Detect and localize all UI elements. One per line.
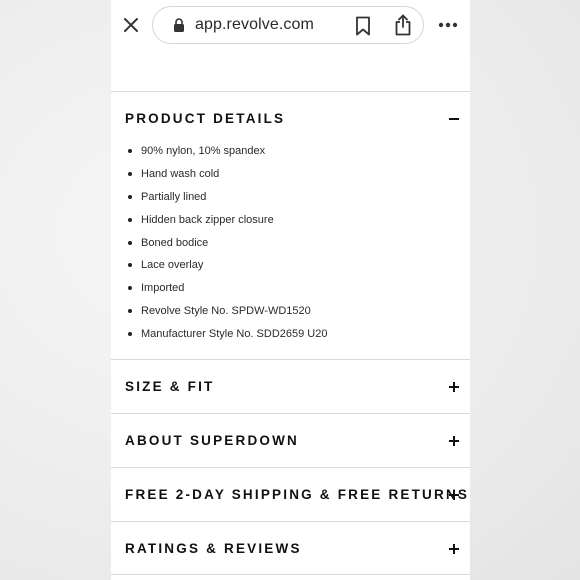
more-button[interactable] (437, 16, 459, 34)
expand-icon[interactable] (448, 381, 460, 393)
reviews-title[interactable]: RATINGS & REVIEWS (125, 541, 302, 556)
collapse-icon[interactable] (448, 113, 460, 125)
list-item: Lace overlay (125, 258, 327, 281)
size-fit-section[interactable]: SIZE & FIT (111, 359, 470, 413)
expand-icon[interactable] (448, 543, 460, 555)
product-details-section: PRODUCT DETAILS 90% nylon, 10% spandex H… (111, 91, 470, 359)
list-item: Hidden back zipper closure (125, 213, 327, 236)
expand-icon[interactable] (448, 435, 460, 447)
expand-icon[interactable] (448, 489, 460, 501)
size-fit-title[interactable]: SIZE & FIT (125, 379, 215, 394)
divider (111, 574, 470, 575)
bookmark-icon[interactable] (355, 16, 371, 36)
about-title[interactable]: ABOUT SUPERDOWN (125, 433, 299, 448)
product-details-list: 90% nylon, 10% spandex Hand wash cold Pa… (125, 144, 327, 350)
list-item: Manufacturer Style No. SDD2659 U20 (125, 327, 327, 350)
address-bar[interactable]: app.revolve.com (152, 6, 424, 44)
list-item: 90% nylon, 10% spandex (125, 144, 327, 167)
share-icon[interactable] (393, 14, 413, 36)
list-item: Hand wash cold (125, 167, 327, 190)
shipping-title[interactable]: FREE 2-DAY SHIPPING & FREE RETURNS (125, 487, 469, 502)
list-item: Boned bodice (125, 236, 327, 259)
more-horizontal-icon (438, 22, 458, 28)
close-button[interactable] (120, 14, 142, 36)
reviews-section[interactable]: RATINGS & REVIEWS (111, 521, 470, 574)
close-icon (124, 18, 138, 32)
lock-icon (174, 18, 184, 32)
list-item: Imported (125, 281, 327, 304)
about-section[interactable]: ABOUT SUPERDOWN (111, 413, 470, 467)
product-details-title[interactable]: PRODUCT DETAILS (125, 111, 285, 126)
url-text: app.revolve.com (195, 16, 314, 33)
shipping-section[interactable]: FREE 2-DAY SHIPPING & FREE RETURNS (111, 467, 470, 521)
list-item: Revolve Style No. SPDW-WD1520 (125, 304, 327, 327)
list-item: Partially lined (125, 190, 327, 213)
